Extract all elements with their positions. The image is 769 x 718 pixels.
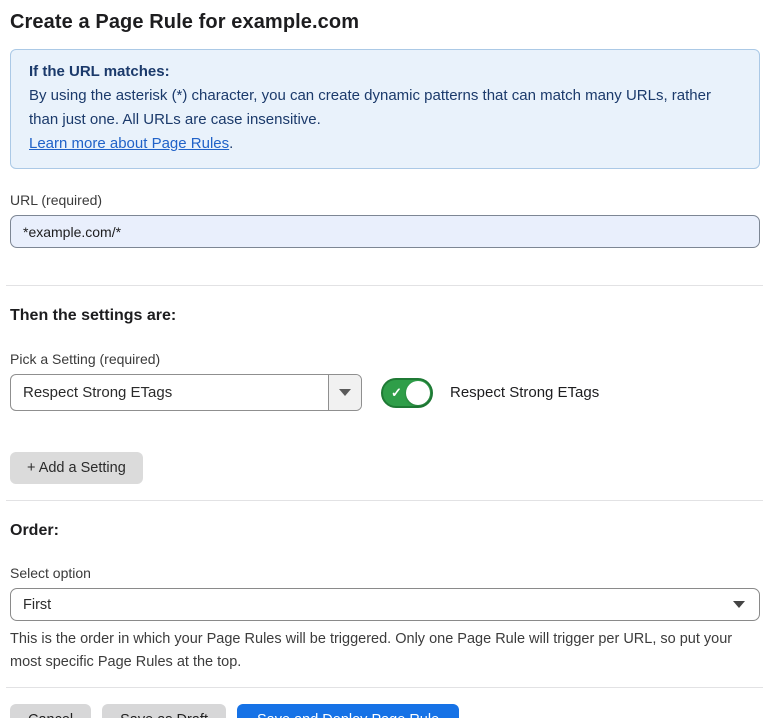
order-section-heading: Order: bbox=[10, 522, 760, 540]
chevron-down-icon bbox=[733, 601, 745, 608]
setting-select[interactable]: Respect Strong ETags bbox=[10, 374, 362, 411]
order-select-label: Select option bbox=[10, 565, 760, 581]
page-title: Create a Page Rule for example.com bbox=[10, 11, 760, 34]
footer-actions: Cancel Save as Draft Save and Deploy Pag… bbox=[10, 704, 760, 718]
info-callout-link-line: Learn more about Page Rules. bbox=[29, 132, 741, 156]
cancel-button[interactable]: Cancel bbox=[10, 704, 91, 718]
order-help-text: This is the order in which your Page Rul… bbox=[10, 628, 755, 674]
save-and-deploy-button[interactable]: Save and Deploy Page Rule bbox=[237, 704, 459, 718]
check-icon: ✓ bbox=[391, 386, 402, 399]
section-divider bbox=[6, 500, 763, 501]
create-page-rule-panel: Create a Page Rule for example.com If th… bbox=[0, 11, 769, 718]
toggle-knob bbox=[406, 381, 430, 405]
setting-row: Respect Strong ETags ✓ Respect Strong ET… bbox=[10, 374, 760, 411]
section-divider bbox=[6, 285, 763, 286]
footer-divider bbox=[6, 687, 763, 688]
info-callout-body: By using the asterisk (*) character, you… bbox=[29, 84, 741, 132]
url-field-label: URL (required) bbox=[10, 192, 760, 208]
link-suffix: . bbox=[229, 135, 233, 152]
order-select[interactable]: First bbox=[10, 588, 760, 621]
setting-select-value: Respect Strong ETags bbox=[11, 375, 328, 410]
info-callout-heading: If the URL matches: bbox=[29, 60, 741, 84]
save-as-draft-button[interactable]: Save as Draft bbox=[102, 704, 226, 718]
setting-toggle-label: Respect Strong ETags bbox=[450, 384, 599, 401]
settings-section-heading: Then the settings are: bbox=[10, 307, 760, 325]
url-input[interactable] bbox=[10, 215, 760, 248]
learn-more-link[interactable]: Learn more about Page Rules bbox=[29, 135, 229, 152]
setting-toggle[interactable]: ✓ bbox=[381, 378, 433, 408]
url-match-info-callout: If the URL matches: By using the asteris… bbox=[10, 49, 760, 169]
add-setting-button[interactable]: + Add a Setting bbox=[10, 452, 143, 484]
chevron-down-icon bbox=[339, 389, 351, 396]
order-select-value: First bbox=[23, 597, 51, 613]
setting-select-arrow-section[interactable] bbox=[328, 375, 361, 410]
pick-setting-label: Pick a Setting (required) bbox=[10, 351, 760, 367]
